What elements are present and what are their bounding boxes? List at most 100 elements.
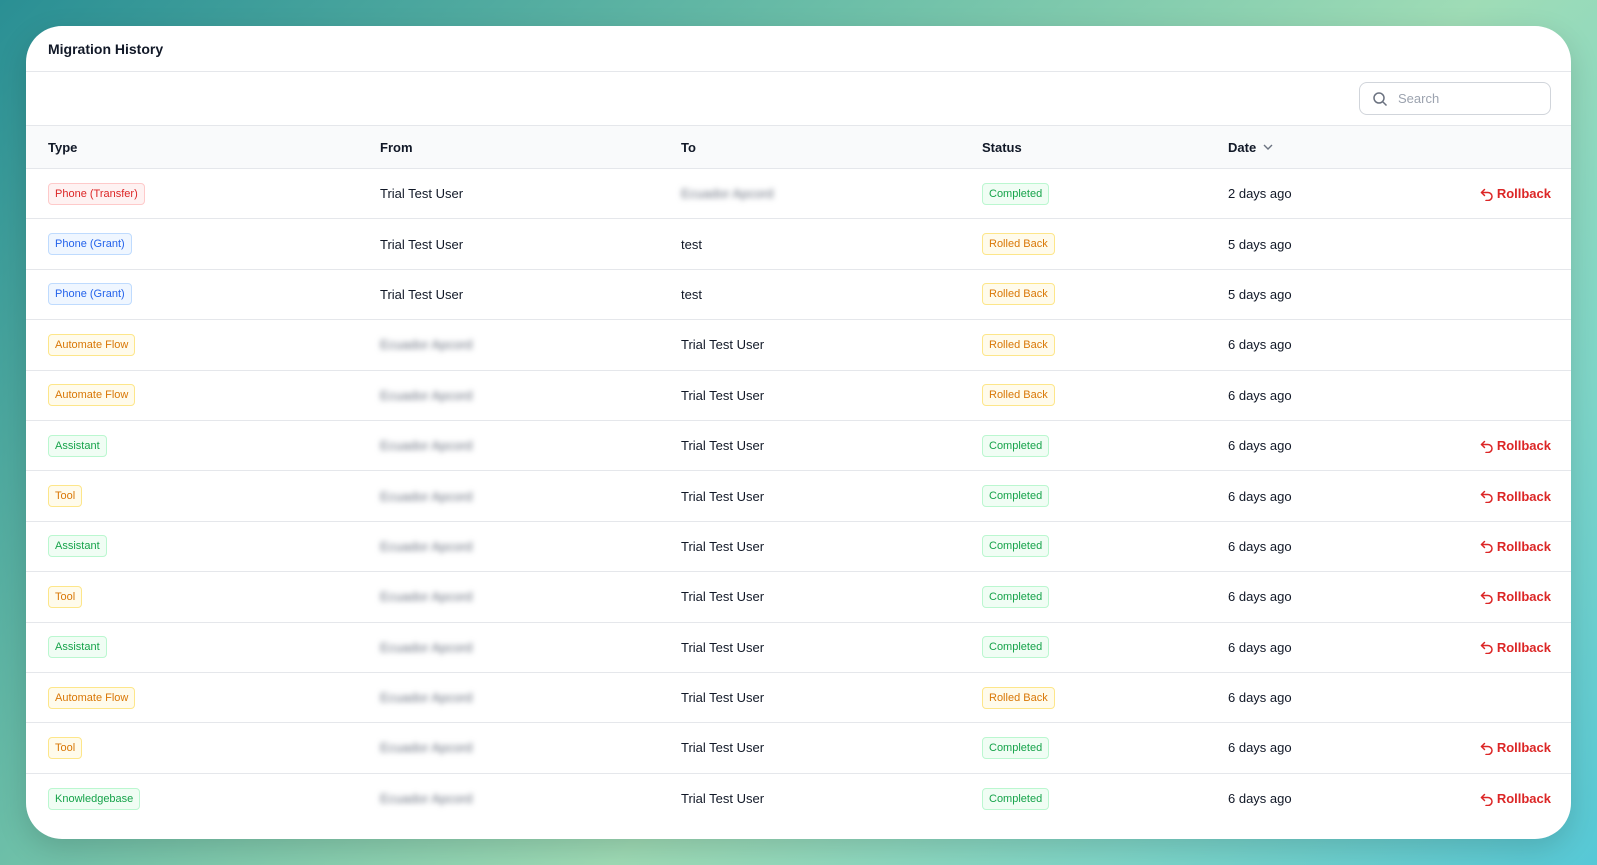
cell-status: Completed: [982, 521, 1228, 571]
table-row: Automate Flow Ecuador Apcord Trial Test Us…: [26, 320, 1571, 371]
rollback-label: Rollback: [1496, 186, 1551, 202]
rollback-button[interactable]: Rollback: [1480, 740, 1551, 755]
rollback-label: Rollback: [1496, 488, 1551, 504]
cell-from: Ecuador Apcord: [380, 672, 681, 722]
cell-actions: Rollback: [1394, 773, 1571, 823]
type-badge: Phone (Grant): [48, 283, 132, 306]
rollback-button[interactable]: Rollback: [1480, 640, 1551, 655]
type-badge: Knowledgebase: [48, 787, 141, 810]
from-user: Trial Test User: [380, 186, 464, 202]
column-header-status: Status: [982, 139, 1022, 155]
column-header-from: From: [380, 139, 413, 155]
cell-status: Completed: [982, 622, 1228, 672]
undo-icon: [1480, 641, 1493, 655]
cell-type: Tool: [26, 723, 380, 773]
rollback-button[interactable]: Rollback: [1480, 791, 1551, 806]
to-user: Trial Test User: [681, 387, 765, 403]
undo-icon: [1480, 793, 1493, 806]
table-row: Tool Ecuador Apcord Trial Test User Complet…: [26, 471, 1571, 522]
cell-type: Tool: [26, 572, 380, 622]
cell-type: Automate Flow: [26, 320, 380, 370]
cell-status: Rolled Back: [982, 672, 1228, 722]
from-user: Ecuador Apcord: [380, 589, 473, 605]
from-user: Ecuador Apcord: [380, 740, 473, 756]
from-user: Ecuador Apcord: [380, 387, 473, 403]
cell-to: Trial Test User: [681, 622, 982, 672]
rollback-label: Rollback: [1496, 538, 1551, 554]
cell-to: Trial Test User: [681, 672, 982, 722]
to-user: Ecuador Apcord: [681, 186, 774, 202]
cell-from: Ecuador Apcord: [380, 622, 681, 672]
cell-type: Assistant: [26, 521, 380, 571]
undo-icon: [1480, 490, 1493, 504]
table-row: Knowledgebase Ecuador Apcord Trial Test Us…: [26, 773, 1571, 823]
to-user: Trial Test User: [681, 740, 765, 756]
chevron-down-icon[interactable]: [1262, 141, 1274, 153]
cell-actions: [1394, 672, 1571, 722]
date-text: 6 days ago: [1228, 791, 1292, 807]
undo-icon: [1480, 742, 1493, 755]
status-badge: Rolled Back: [982, 384, 1055, 407]
cell-date: 6 days ago: [1228, 622, 1394, 672]
cell-from: Ecuador Apcord: [380, 723, 681, 773]
undo-icon: [1480, 188, 1493, 201]
date-text: 6 days ago: [1228, 488, 1292, 504]
cell-type: Automate Flow: [26, 370, 380, 420]
table-row: Assistant Ecuador Apcord Trial Test User Co…: [26, 622, 1571, 673]
type-badge: Automate Flow: [48, 384, 136, 407]
type-badge: Tool: [48, 585, 83, 608]
cell-type: Assistant: [26, 420, 380, 470]
from-user: Ecuador Apcord: [380, 488, 473, 504]
cell-status: Completed: [982, 420, 1228, 470]
from-user: Ecuador Apcord: [380, 438, 473, 454]
cell-from: Ecuador Apcord: [380, 420, 681, 470]
type-badge: Tool: [48, 736, 83, 759]
migration-table: Type From To Status Date Phone (Transfer…: [26, 125, 1571, 824]
table-row: Automate Flow Ecuador Apcord Trial Test Us…: [26, 370, 1571, 421]
date-text: 6 days ago: [1228, 387, 1292, 403]
rollback-button[interactable]: Rollback: [1480, 489, 1551, 504]
undo-icon: [1480, 591, 1493, 604]
cell-actions: Rollback: [1394, 471, 1571, 521]
status-badge: Rolled Back: [982, 233, 1055, 256]
rollback-button[interactable]: Rollback: [1480, 539, 1551, 554]
column-header-type: Type: [48, 139, 78, 155]
cell-date: 6 days ago: [1228, 521, 1394, 571]
to-user: Trial Test User: [681, 337, 765, 353]
cell-from: Ecuador Apcord: [380, 320, 681, 370]
status-badge: Completed: [982, 535, 1050, 558]
rollback-button[interactable]: Rollback: [1480, 438, 1551, 453]
search-box[interactable]: [1359, 82, 1551, 115]
type-badge: Assistant: [48, 535, 107, 558]
date-text: 5 days ago: [1228, 236, 1292, 252]
cell-to: Trial Test User: [681, 773, 982, 823]
cell-status: Completed: [982, 471, 1228, 521]
search-input[interactable]: [1396, 90, 1540, 107]
rollback-label: Rollback: [1496, 438, 1551, 454]
type-badge: Automate Flow: [48, 686, 136, 709]
cell-date: 5 days ago: [1228, 269, 1394, 319]
rollback-button[interactable]: Rollback: [1480, 589, 1551, 604]
status-badge: Completed: [982, 636, 1050, 659]
type-badge: Phone (Transfer): [48, 182, 145, 205]
from-user: Ecuador Apcord: [380, 337, 473, 353]
rollback-button[interactable]: Rollback: [1480, 186, 1551, 201]
column-header-date[interactable]: Date: [1228, 126, 1394, 169]
table-row: Automate Flow Ecuador Apcord Trial Test Us…: [26, 672, 1571, 723]
cell-date: 6 days ago: [1228, 370, 1394, 420]
to-user: test: [681, 236, 702, 252]
cell-type: Tool: [26, 471, 380, 521]
date-text: 6 days ago: [1228, 690, 1292, 706]
cell-actions: Rollback: [1394, 572, 1571, 622]
cell-date: 6 days ago: [1228, 672, 1394, 722]
cell-from: Trial Test User: [380, 219, 681, 269]
from-user: Ecuador Apcord: [380, 538, 473, 554]
cell-actions: Rollback: [1394, 622, 1571, 672]
column-header-actions: [1394, 126, 1571, 169]
rollback-label: Rollback: [1496, 791, 1551, 807]
cell-actions: [1394, 370, 1571, 420]
from-user: Trial Test User: [380, 286, 464, 302]
page-title: Migration History: [48, 40, 164, 57]
to-user: test: [681, 286, 702, 302]
cell-to: Ecuador Apcord: [681, 169, 982, 219]
